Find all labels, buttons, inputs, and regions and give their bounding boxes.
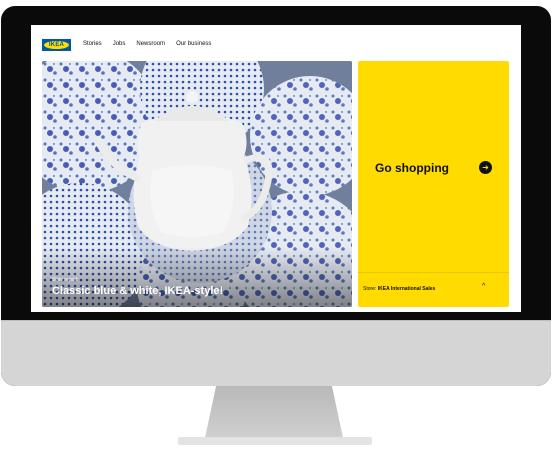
store-name: IKEA International Sales (377, 286, 436, 292)
monitor-stand-base (178, 437, 372, 445)
chin-divider (1, 320, 551, 321)
top-nav: IKEA Stories Jobs Newsroom Our business (31, 25, 521, 61)
arrow-right-circle-icon[interactable]: ➜ (479, 161, 492, 174)
nav-link-our-business[interactable]: Our business (176, 41, 211, 47)
go-shopping-panel[interactable]: Go shopping ➜ Store: IKEA International … (358, 61, 509, 307)
store-prefix: Store: (363, 286, 377, 292)
monitor-chin (1, 320, 551, 386)
hero-kicker: Style report (52, 277, 78, 283)
logo-oval: IKEA (44, 41, 69, 49)
nav-links: Stories Jobs Newsroom Our business (83, 41, 211, 47)
go-shopping-title[interactable]: Go shopping (375, 161, 449, 175)
ikea-logo[interactable]: IKEA (42, 39, 71, 51)
monitor-stand (205, 386, 343, 438)
shop-divider (358, 272, 509, 273)
hero-title[interactable]: Classic blue & white, IKEA-style! (52, 285, 223, 297)
nav-link-jobs[interactable]: Jobs (113, 41, 126, 47)
nav-link-stories[interactable]: Stories (83, 41, 102, 47)
nav-link-newsroom[interactable]: Newsroom (136, 41, 165, 47)
store-selector[interactable]: Store: IKEA International Sales (363, 286, 435, 292)
screen: IKEA Stories Jobs Newsroom Our business (31, 25, 521, 312)
chevron-up-icon[interactable]: ^ (482, 283, 485, 290)
hero-card[interactable]: Style report Classic blue & white, IKEA-… (42, 61, 352, 307)
logo-text: IKEA (48, 42, 65, 48)
hero-gradient (42, 247, 352, 307)
